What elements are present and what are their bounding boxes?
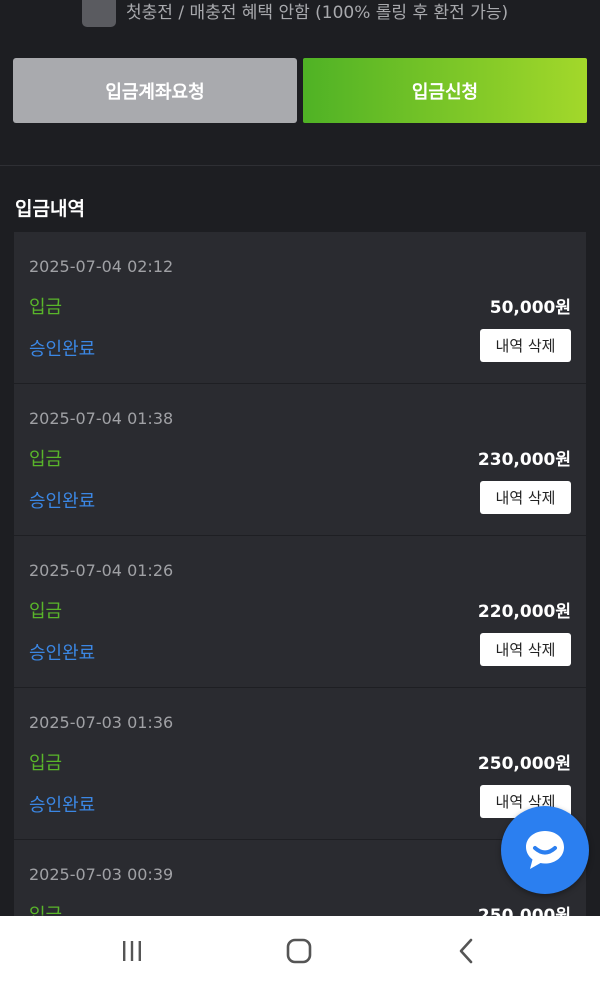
deposit-history-list: 2025-07-04 02:12 입금 50,000원 승인완료 내역 삭제 2… (14, 232, 586, 986)
request-account-button[interactable]: 입금계좌요청 (13, 58, 297, 123)
history-date: 2025-07-04 02:12 (29, 257, 174, 276)
history-type: 입금 (29, 753, 63, 774)
home-icon (286, 938, 312, 964)
system-nav-bar (0, 916, 600, 986)
history-date: 2025-07-03 00:39 (29, 865, 174, 884)
action-buttons: 입금계좌요청 입금신청 (13, 58, 587, 123)
history-item: 2025-07-04 01:38 입금 230,000원 승인완료 내역 삭제 (14, 384, 586, 536)
live-chat-button[interactable] (501, 806, 589, 894)
history-item: 2025-07-04 02:12 입금 50,000원 승인완료 내역 삭제 (14, 232, 586, 384)
bonus-notice-row[interactable]: 첫충전 / 매충전 혜택 안함 (100% 롤링 후 환전 가능) (82, 0, 508, 28)
app-screen: 첫충전 / 매충전 혜택 안함 (100% 롤링 후 환전 가능) 입금계좌요청… (0, 0, 600, 986)
history-amount: 250,000원 (477, 754, 571, 774)
history-item: 2025-07-04 01:26 입금 220,000원 승인완료 내역 삭제 (14, 536, 586, 688)
delete-history-button[interactable]: 내역 삭제 (480, 481, 571, 514)
apply-deposit-button[interactable]: 입금신청 (303, 58, 587, 123)
history-status: 승인완료 (29, 339, 96, 360)
deposit-history-title: 입금내역 (15, 198, 85, 220)
history-item: 2025-07-03 01:36 입금 250,000원 승인완료 내역 삭제 (14, 688, 586, 840)
history-status: 승인완료 (29, 795, 96, 816)
back-button[interactable] (447, 931, 487, 971)
back-icon (459, 938, 473, 964)
recents-button[interactable] (112, 931, 152, 971)
history-amount: 230,000원 (477, 450, 571, 470)
history-amount: 220,000원 (477, 602, 571, 622)
section-divider (0, 165, 600, 166)
history-amount: 50,000원 (489, 298, 571, 318)
history-date: 2025-07-04 01:38 (29, 409, 174, 428)
bonus-notice-text: 첫충전 / 매충전 혜택 안함 (100% 롤링 후 환전 가능) (126, 2, 509, 23)
history-type: 입금 (29, 601, 63, 622)
bonus-checkbox[interactable] (82, 0, 116, 27)
history-date: 2025-07-04 01:26 (29, 561, 174, 580)
history-date: 2025-07-03 01:36 (29, 713, 174, 732)
chat-bubble-icon (526, 831, 564, 869)
delete-history-button[interactable]: 내역 삭제 (480, 329, 571, 362)
history-status: 승인완료 (29, 643, 96, 664)
history-type: 입금 (29, 449, 63, 470)
home-button[interactable] (279, 931, 319, 971)
recents-icon (123, 941, 141, 961)
delete-history-button[interactable]: 내역 삭제 (480, 633, 571, 666)
history-type: 입금 (29, 297, 63, 318)
history-status: 승인완료 (29, 491, 96, 512)
